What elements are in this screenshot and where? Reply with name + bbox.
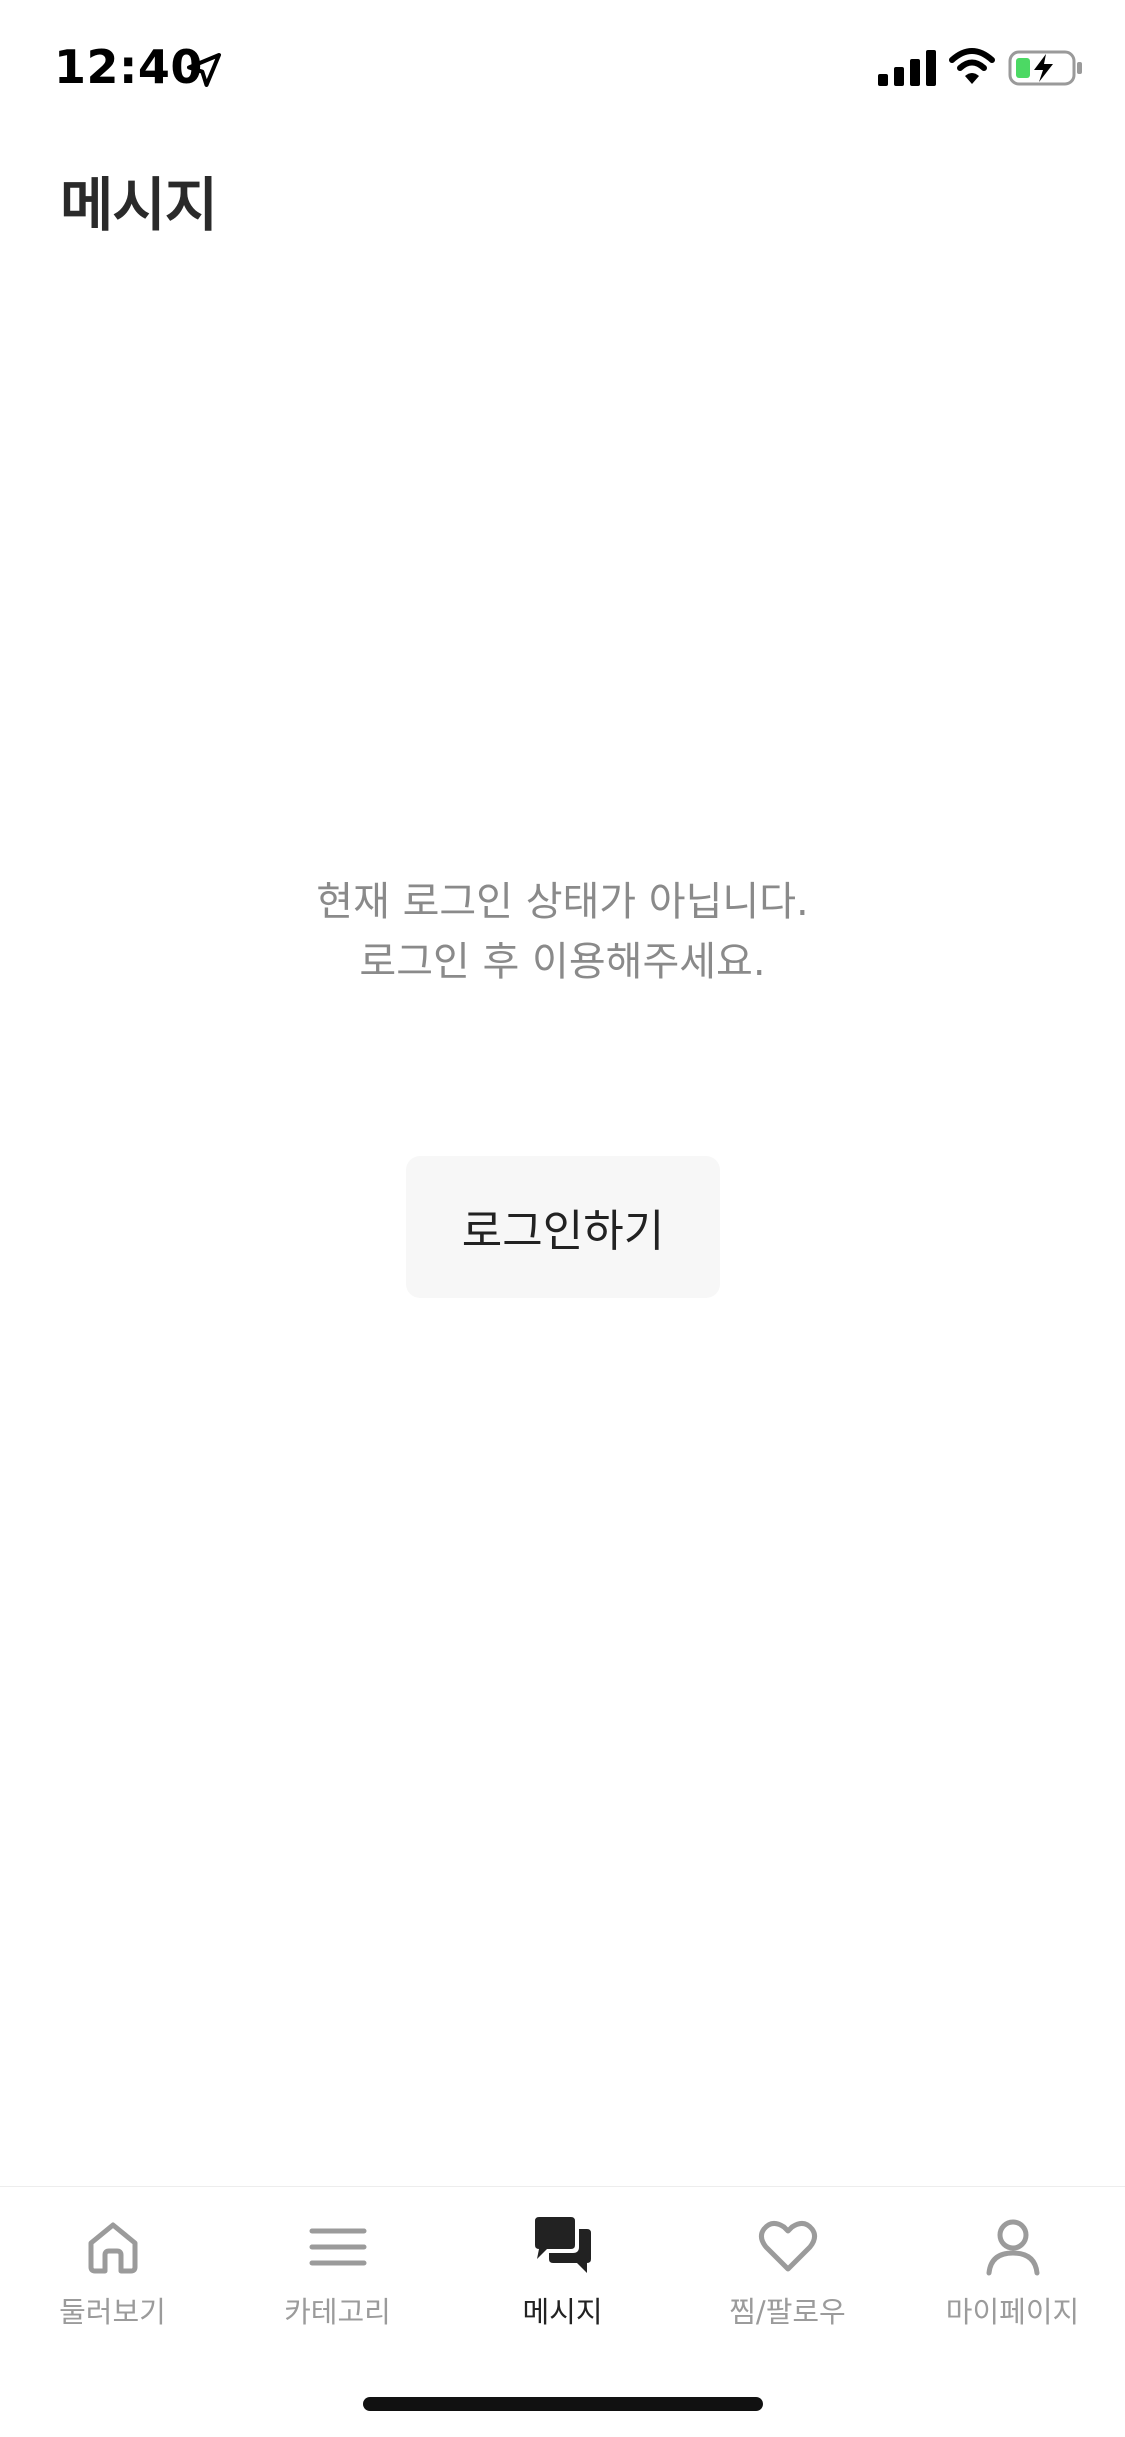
status-time: 12:40 (54, 40, 203, 94)
tab-category[interactable]: 카테고리 (225, 2187, 450, 2347)
login-required-message: 현재 로그인 상태가 아닙니다. 로그인 후 이용해주세요. (0, 872, 1125, 992)
message-line-2: 로그인 후 이용해주세요. (359, 939, 766, 985)
person-icon (986, 2219, 1039, 2276)
tab-messages[interactable]: 메시지 (450, 2187, 675, 2347)
home-indicator[interactable] (363, 2397, 763, 2411)
home-icon (88, 2222, 137, 2274)
location-arrow-icon (187, 53, 221, 87)
wifi-icon (949, 48, 995, 84)
message-line-1: 현재 로그인 상태가 아닙니다. (316, 879, 809, 925)
tab-wishlist-follow[interactable]: 찜/팔로우 (675, 2187, 900, 2347)
tab-label: 마이페이지 (945, 2295, 1080, 2329)
chat-bubbles-icon (534, 2217, 591, 2273)
tab-label: 메시지 (522, 2295, 603, 2329)
tab-label: 카테고리 (284, 2295, 391, 2329)
battery-charging-icon (1008, 50, 1082, 86)
login-button[interactable]: 로그인하기 (406, 1156, 720, 1298)
status-bar: 12:40 (0, 0, 1125, 132)
tab-label: 둘러보기 (59, 2295, 166, 2329)
page-title: 메시지 (60, 171, 218, 239)
cellular-signal-icon (878, 50, 936, 86)
tab-label: 찜/팔로우 (729, 2295, 846, 2329)
tab-my-page[interactable]: 마이페이지 (900, 2187, 1125, 2347)
tab-browse[interactable]: 둘러보기 (0, 2187, 225, 2347)
menu-icon (309, 2228, 366, 2266)
heart-icon (758, 2221, 817, 2272)
